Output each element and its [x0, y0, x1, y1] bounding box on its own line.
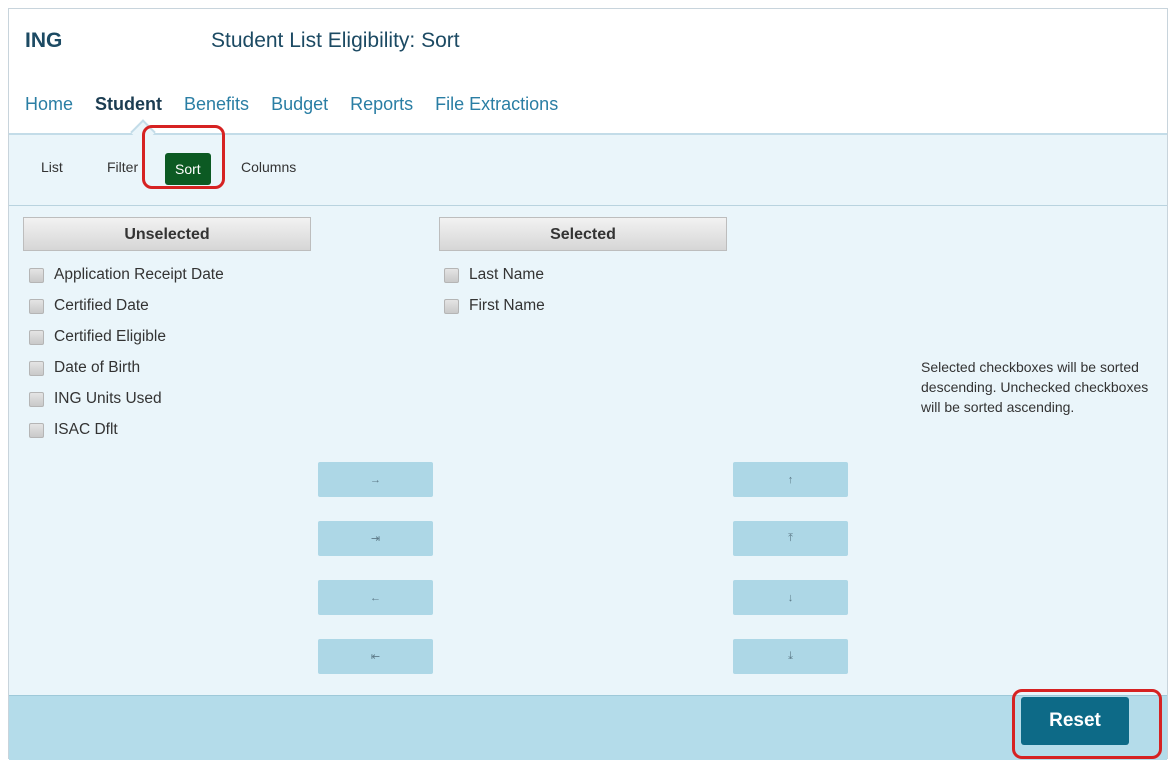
- move-all-right-button[interactable]: ⇥: [318, 521, 433, 556]
- checkbox[interactable]: [29, 298, 44, 314]
- nav-home[interactable]: Home: [25, 94, 73, 118]
- nav-student[interactable]: Student: [95, 94, 162, 118]
- reset-highlight-annotation: [1012, 689, 1162, 759]
- checkbox[interactable]: [444, 298, 459, 314]
- app-header: ING Student List Eligibility: Sort Home …: [9, 9, 1167, 134]
- unselected-header: Unselected: [23, 217, 311, 251]
- move-down-button[interactable]: ↓: [733, 580, 848, 615]
- checkbox[interactable]: [29, 422, 44, 438]
- move-all-left-button[interactable]: ⇤: [318, 639, 433, 674]
- subnav-filter[interactable]: Filter: [107, 159, 138, 175]
- move-top-button[interactable]: ⤒: [733, 521, 848, 556]
- item-label: Date of Birth: [54, 359, 141, 376]
- item-label: Last Name: [469, 266, 544, 283]
- move-up-button[interactable]: ↑: [733, 462, 848, 497]
- nav-reports[interactable]: Reports: [350, 94, 413, 118]
- subnav-columns[interactable]: Columns: [241, 159, 296, 175]
- selected-item[interactable]: First Name: [444, 294, 545, 318]
- footer-bar: [9, 695, 1167, 760]
- checkbox[interactable]: [29, 267, 44, 283]
- checkbox[interactable]: [29, 360, 44, 376]
- nav-budget[interactable]: Budget: [271, 94, 328, 118]
- move-left-button[interactable]: ←: [318, 580, 433, 615]
- checkbox[interactable]: [444, 267, 459, 283]
- checkbox[interactable]: [29, 391, 44, 407]
- unselected-item[interactable]: ISAC Dflt: [29, 418, 118, 442]
- unselected-item[interactable]: Certified Eligible: [29, 325, 166, 349]
- item-label: First Name: [469, 297, 545, 314]
- checkbox[interactable]: [29, 329, 44, 345]
- subnav-list[interactable]: List: [41, 159, 63, 175]
- unselected-item[interactable]: ING Units Used: [29, 387, 162, 411]
- item-label: Application Receipt Date: [54, 266, 224, 283]
- move-right-button[interactable]: →: [318, 462, 433, 497]
- app-name: ING: [25, 29, 63, 52]
- sort-highlight-annotation: [142, 125, 225, 189]
- move-bottom-button[interactable]: ⤓: [733, 639, 848, 674]
- item-label: Certified Eligible: [54, 328, 166, 345]
- page-title: Student List Eligibility: Sort: [211, 29, 460, 52]
- unselected-item[interactable]: Application Receipt Date: [29, 263, 224, 287]
- subnav-divider: [9, 205, 1167, 206]
- nav-file-extractions[interactable]: File Extractions: [435, 94, 558, 118]
- unselected-item[interactable]: Date of Birth: [29, 356, 140, 380]
- sort-info-note: Selected checkboxes will be sorted desce…: [921, 359, 1149, 415]
- item-label: ING Units Used: [54, 390, 162, 407]
- unselected-item[interactable]: Certified Date: [29, 294, 149, 318]
- app-window: ING Student List Eligibility: Sort Home …: [8, 8, 1168, 760]
- nav-benefits[interactable]: Benefits: [184, 94, 249, 118]
- main-nav: Home Student Benefits Budget Reports Fil…: [25, 94, 580, 118]
- item-label: Certified Date: [54, 297, 149, 314]
- selected-header: Selected: [439, 217, 727, 251]
- selected-item[interactable]: Last Name: [444, 263, 544, 287]
- item-label: ISAC Dflt: [54, 421, 118, 438]
- sort-panel: List Filter Sort Columns Unselected Sele…: [9, 135, 1167, 695]
